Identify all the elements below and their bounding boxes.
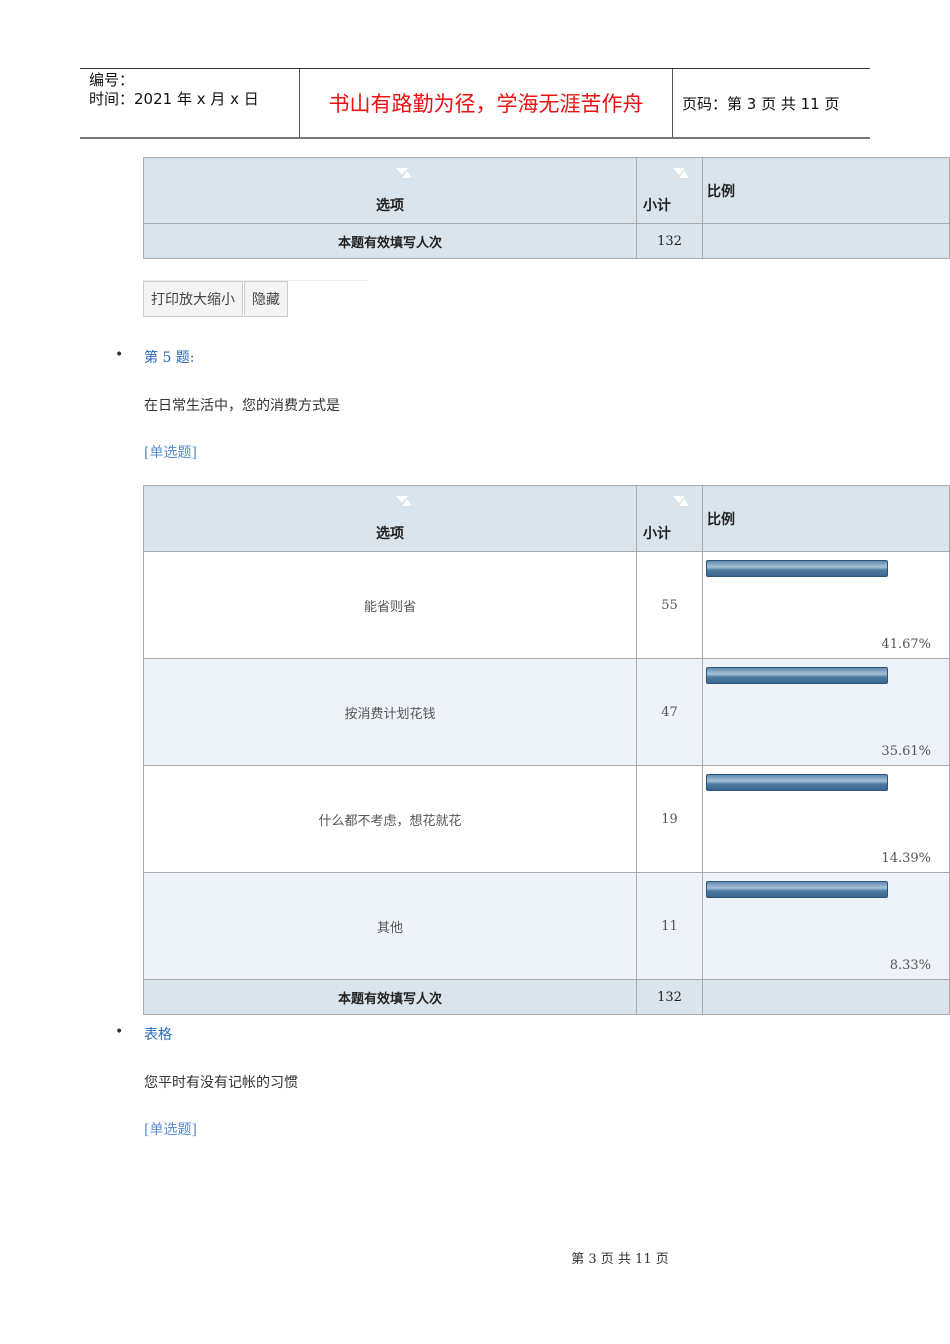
option-cell: 其他: [143, 872, 637, 980]
question-text: 在日常生活中，您的消费方式是: [144, 398, 340, 414]
hide-button[interactable]: 隐藏: [244, 281, 288, 317]
percent-label: 41.67%: [881, 637, 931, 652]
count-cell: 11: [636, 872, 703, 980]
print-zoom-button[interactable]: 打印放大缩小: [143, 281, 243, 317]
question-type: [单选题]: [144, 445, 197, 461]
summary-label: 本题有效填写人次: [143, 223, 637, 259]
question-type: [单选题]: [144, 1122, 197, 1138]
percent-label: 8.33%: [889, 958, 931, 973]
percent-bar: [706, 881, 888, 898]
question-text: 您平时有没有记帐的习惯: [144, 1075, 298, 1091]
option-cell: 按消费计划花钱: [143, 658, 637, 766]
option-cell: 什么都不考虑，想花就花: [143, 765, 637, 873]
option-header[interactable]: 选项: [143, 485, 637, 552]
option-cell: 能省则省: [143, 551, 637, 659]
page-label: 页码：第 3 页 共 11 页: [682, 94, 840, 113]
page-footer: 第 3 页 共 11 页: [571, 1252, 669, 1267]
document-header: 编号： 时间：2021 年 x 月 x 日 书山有路勤为径，学海无涯苦作舟 页码：…: [80, 68, 870, 139]
question-title: 第 5 题:: [144, 350, 195, 366]
summary-label: 本题有效填写人次: [143, 979, 637, 1015]
page: 编号： 时间：2021 年 x 月 x 日 书山有路勤为径，学海无涯苦作舟 页码：…: [0, 0, 950, 1344]
ratio-header: 比例: [702, 485, 950, 552]
percent-bar: [706, 560, 888, 577]
count-cell: 55: [636, 551, 703, 659]
sort-icon[interactable]: [673, 168, 689, 178]
question-title: 表格: [144, 1027, 172, 1043]
percent-label: 35.61%: [881, 744, 931, 759]
option-header[interactable]: 选项: [143, 157, 637, 224]
sort-icon[interactable]: [396, 168, 412, 178]
q5-results-table: 选项 小计 比例 能省则省 55 41.67% 按消费计划花钱 47 35.61% 什么…: [143, 485, 950, 1015]
count-cell: 47: [636, 658, 703, 766]
percent-bar: [706, 774, 888, 791]
ratio-header: 比例: [702, 157, 950, 224]
count-header[interactable]: 小计: [636, 485, 703, 552]
percent-label: 14.39%: [881, 851, 931, 866]
percent-bar: [706, 667, 888, 684]
sort-icon[interactable]: [673, 496, 689, 506]
id-label: 编号：: [89, 71, 135, 89]
count-cell: 19: [636, 765, 703, 873]
prev-results-table: 选项 小计 比例 本题有效填写人次 132: [143, 157, 950, 259]
motto: 书山有路勤为径，学海无涯苦作舟: [300, 69, 673, 137]
summary-count: 132: [636, 223, 703, 259]
time-label: 时间：2021 年 x 月 x 日: [89, 90, 259, 108]
summary-count: 132: [636, 979, 703, 1015]
count-header[interactable]: 小计: [636, 157, 703, 224]
sort-icon[interactable]: [396, 496, 412, 506]
